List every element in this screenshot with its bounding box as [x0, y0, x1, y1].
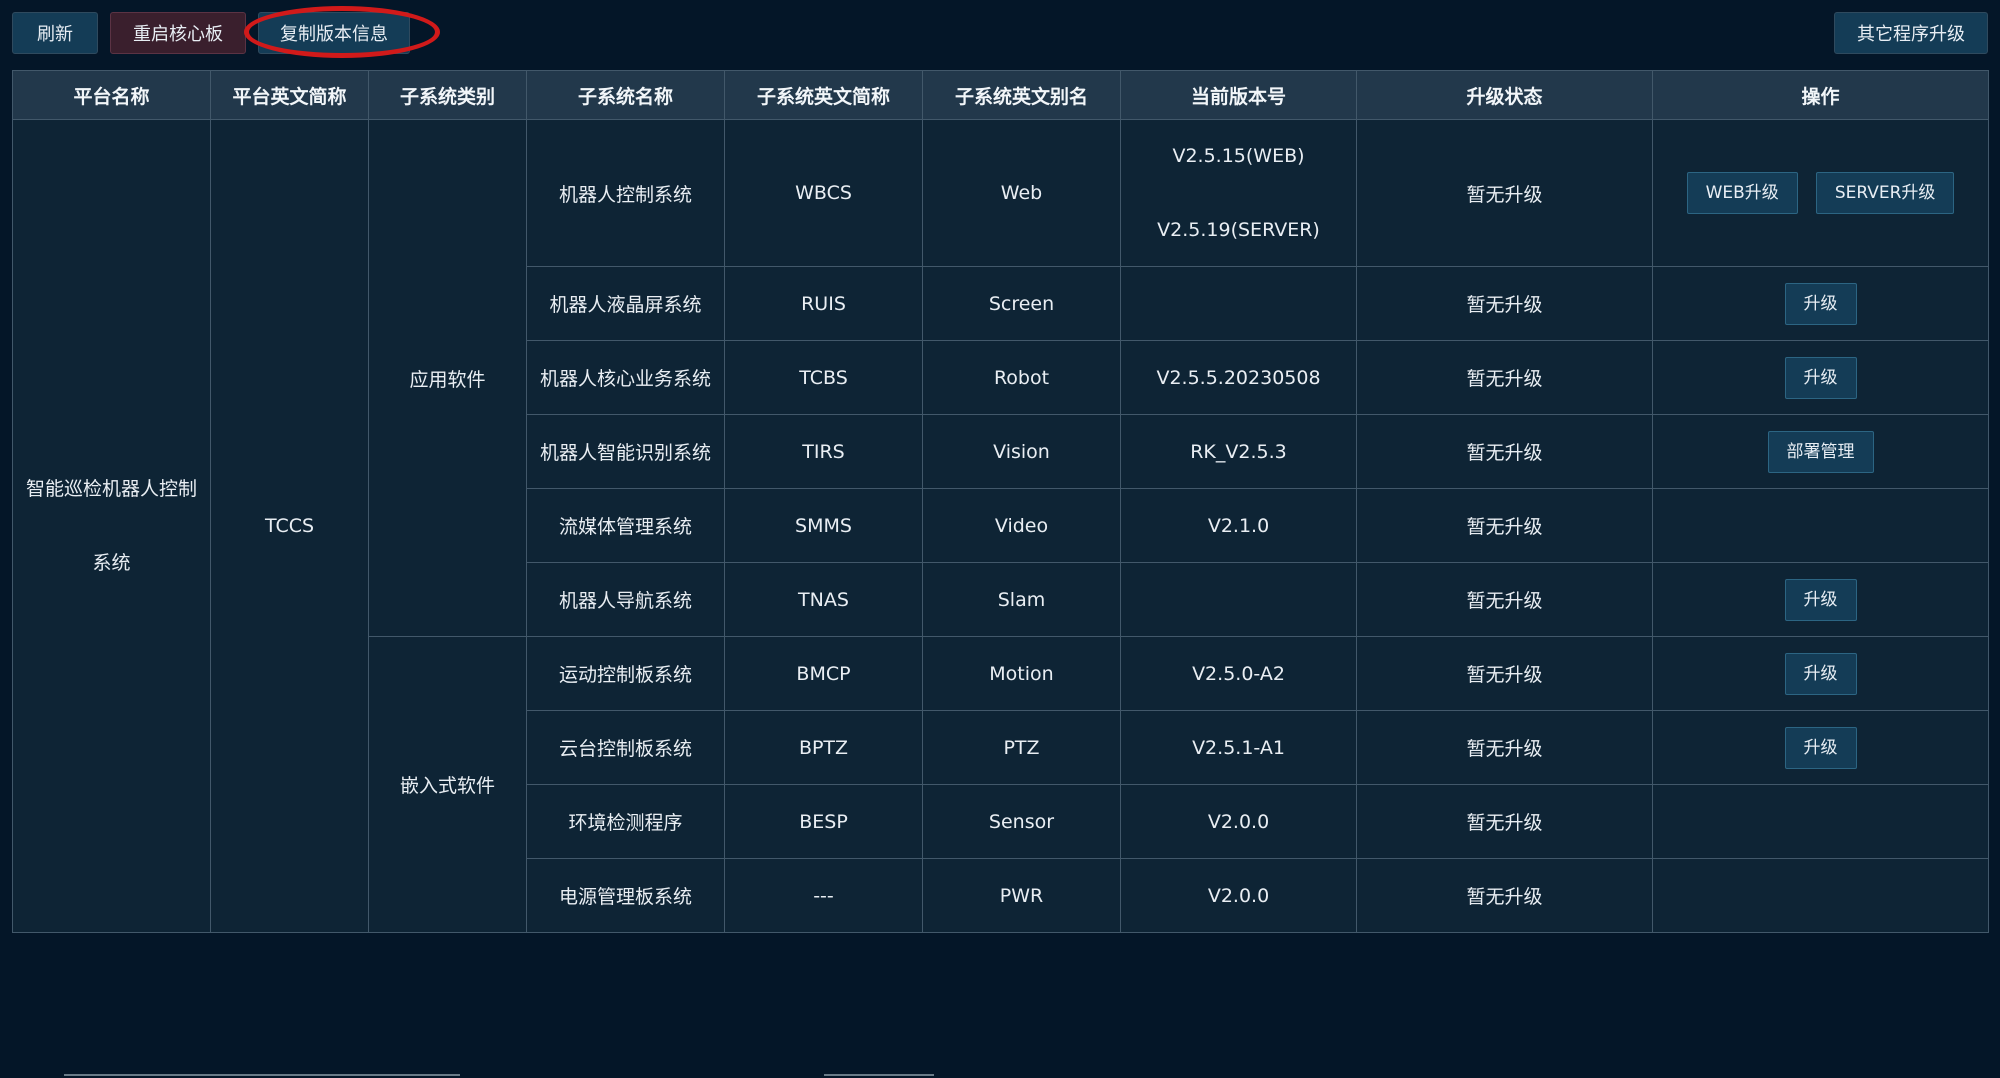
platform-name-cell: 智能巡检机器人控制 系统 [12, 119, 211, 933]
refresh-button[interactable]: 刷新 [12, 12, 98, 54]
operation-cell: WEB升级 SERVER升级 [1652, 119, 1989, 267]
scrollbar-segment [824, 1074, 934, 1076]
platform-abbr-cell: TCCS [210, 119, 369, 933]
upgrade-status-cell: 暂无升级 [1356, 858, 1653, 933]
operation-cell [1652, 488, 1989, 563]
subsystem-alias-cell: Video [922, 488, 1121, 563]
subsystem-alias-cell: Vision [922, 414, 1121, 489]
upgrade-status-cell: 暂无升级 [1356, 710, 1653, 785]
operation-cell: 部署管理 [1652, 414, 1989, 489]
subsystem-abbr-cell: TNAS [724, 562, 923, 637]
upgrade-status-cell: 暂无升级 [1356, 414, 1653, 489]
upgrade-button[interactable]: 升级 [1784, 356, 1857, 399]
subsystem-abbr-cell: TIRS [724, 414, 923, 489]
subsystem-abbr-cell: WBCS [724, 119, 923, 267]
current-version-cell: RK_V2.5.3 [1120, 414, 1357, 489]
copy-version-info-button[interactable]: 复制版本信息 [258, 12, 410, 54]
table-row: 智能巡检机器人控制 系统 TCCS 应用软件 机器人控制系统 WBCS Web … [12, 119, 1989, 933]
web-upgrade-button[interactable]: WEB升级 [1686, 172, 1798, 214]
current-version-cell: V2.0.0 [1120, 858, 1357, 933]
subsystem-name-cell: 云台控制板系统 [526, 710, 725, 785]
operation-cell: 升级 [1652, 710, 1989, 785]
subsystem-name-cell: 机器人核心业务系统 [526, 340, 725, 415]
header-current-version: 当前版本号 [1120, 70, 1357, 120]
subsystem-abbr-cell: --- [724, 858, 923, 933]
current-version-cell: V2.5.1-A1 [1120, 710, 1357, 785]
header-operation: 操作 [1652, 70, 1989, 120]
deploy-management-button[interactable]: 部署管理 [1767, 430, 1874, 473]
table-header-row: 平台名称 平台英文简称 子系统类别 子系统名称 子系统英文简称 子系统英文别名 … [12, 70, 1989, 120]
upgrade-status-cell: 暂无升级 [1356, 488, 1653, 563]
current-version-cell: V2.5.5.20230508 [1120, 340, 1357, 415]
header-subsystem-abbr: 子系统英文简称 [724, 70, 923, 120]
scrollbar-track[interactable] [64, 1074, 460, 1076]
subsystem-name-cell: 机器人控制系统 [526, 119, 725, 267]
version-server: V2.5.19(SERVER) [1157, 219, 1320, 241]
platform-name-line1: 智能巡检机器人控制 [25, 478, 197, 500]
upgrade-status-cell: 暂无升级 [1356, 340, 1653, 415]
current-version-cell: V2.5.0-A2 [1120, 636, 1357, 711]
subsystem-name-cell: 运动控制板系统 [526, 636, 725, 711]
subsystem-abbr-cell: SMMS [724, 488, 923, 563]
current-version-cell: V2.5.15(WEB) V2.5.19(SERVER) [1120, 119, 1357, 267]
subsystem-name-cell: 机器人导航系统 [526, 562, 725, 637]
upgrade-status-cell: 暂无升级 [1356, 636, 1653, 711]
version-table: 平台名称 平台英文简称 子系统类别 子系统名称 子系统英文简称 子系统英文别名 … [12, 70, 1989, 933]
header-subsystem-category: 子系统类别 [368, 70, 527, 120]
other-program-upgrade-button[interactable]: 其它程序升级 [1834, 12, 1988, 54]
subsystem-alias-cell: PWR [922, 858, 1121, 933]
upgrade-status-cell: 暂无升级 [1356, 119, 1653, 267]
server-upgrade-button[interactable]: SERVER升级 [1815, 172, 1955, 214]
subsystem-name-cell: 机器人智能识别系统 [526, 414, 725, 489]
version-management-page: 刷新 重启核心板 复制版本信息 其它程序升级 平台名称 平台英文简称 子系统类别 [0, 0, 2000, 1078]
subsystem-alias-cell: Robot [922, 340, 1121, 415]
upgrade-status-cell: 暂无升级 [1356, 562, 1653, 637]
subsystem-alias-cell: Slam [922, 562, 1121, 637]
reboot-core-board-button[interactable]: 重启核心板 [110, 12, 246, 54]
subsystem-abbr-cell: RUIS [724, 266, 923, 341]
subsystem-alias-cell: Sensor [922, 784, 1121, 859]
platform-name-line2: 系统 [92, 552, 131, 574]
upgrade-button[interactable]: 升级 [1784, 282, 1857, 325]
current-version-cell [1120, 266, 1357, 341]
header-subsystem-name: 子系统名称 [526, 70, 725, 120]
current-version-cell: V2.0.0 [1120, 784, 1357, 859]
version-table-container: 平台名称 平台英文简称 子系统类别 子系统名称 子系统英文简称 子系统英文别名 … [12, 70, 1989, 933]
subsystem-abbr-cell: BPTZ [724, 710, 923, 785]
subsystem-alias-cell: Motion [922, 636, 1121, 711]
subsystem-alias-cell: Web [922, 119, 1121, 267]
operation-cell [1652, 784, 1989, 859]
upgrade-button[interactable]: 升级 [1784, 578, 1857, 621]
subsystem-abbr-cell: BMCP [724, 636, 923, 711]
subsystem-name-cell: 机器人液晶屏系统 [526, 266, 725, 341]
operation-cell: 升级 [1652, 562, 1989, 637]
header-subsystem-alias: 子系统英文别名 [922, 70, 1121, 120]
subsystem-name-cell: 环境检测程序 [526, 784, 725, 859]
operation-cell: 升级 [1652, 340, 1989, 415]
category-embedded-cell: 嵌入式软件 [368, 636, 527, 933]
operation-cell: 升级 [1652, 266, 1989, 341]
version-web: V2.5.15(WEB) [1172, 145, 1305, 167]
upgrade-status-cell: 暂无升级 [1356, 266, 1653, 341]
current-version-cell [1120, 562, 1357, 637]
subsystem-alias-cell: Screen [922, 266, 1121, 341]
subsystem-abbr-cell: BESP [724, 784, 923, 859]
category-app-cell: 应用软件 [368, 119, 527, 637]
subsystem-alias-cell: PTZ [922, 710, 1121, 785]
subsystem-name-cell: 电源管理板系统 [526, 858, 725, 933]
header-platform-abbr: 平台英文简称 [210, 70, 369, 120]
header-upgrade-status: 升级状态 [1356, 70, 1653, 120]
upgrade-status-cell: 暂无升级 [1356, 784, 1653, 859]
upgrade-button[interactable]: 升级 [1784, 726, 1857, 769]
subsystem-name-cell: 流媒体管理系统 [526, 488, 725, 563]
current-version-cell: V2.1.0 [1120, 488, 1357, 563]
upgrade-button[interactable]: 升级 [1784, 652, 1857, 695]
operation-cell [1652, 858, 1989, 933]
subsystem-abbr-cell: TCBS [724, 340, 923, 415]
header-platform-name: 平台名称 [12, 70, 211, 120]
operation-cell: 升级 [1652, 636, 1989, 711]
